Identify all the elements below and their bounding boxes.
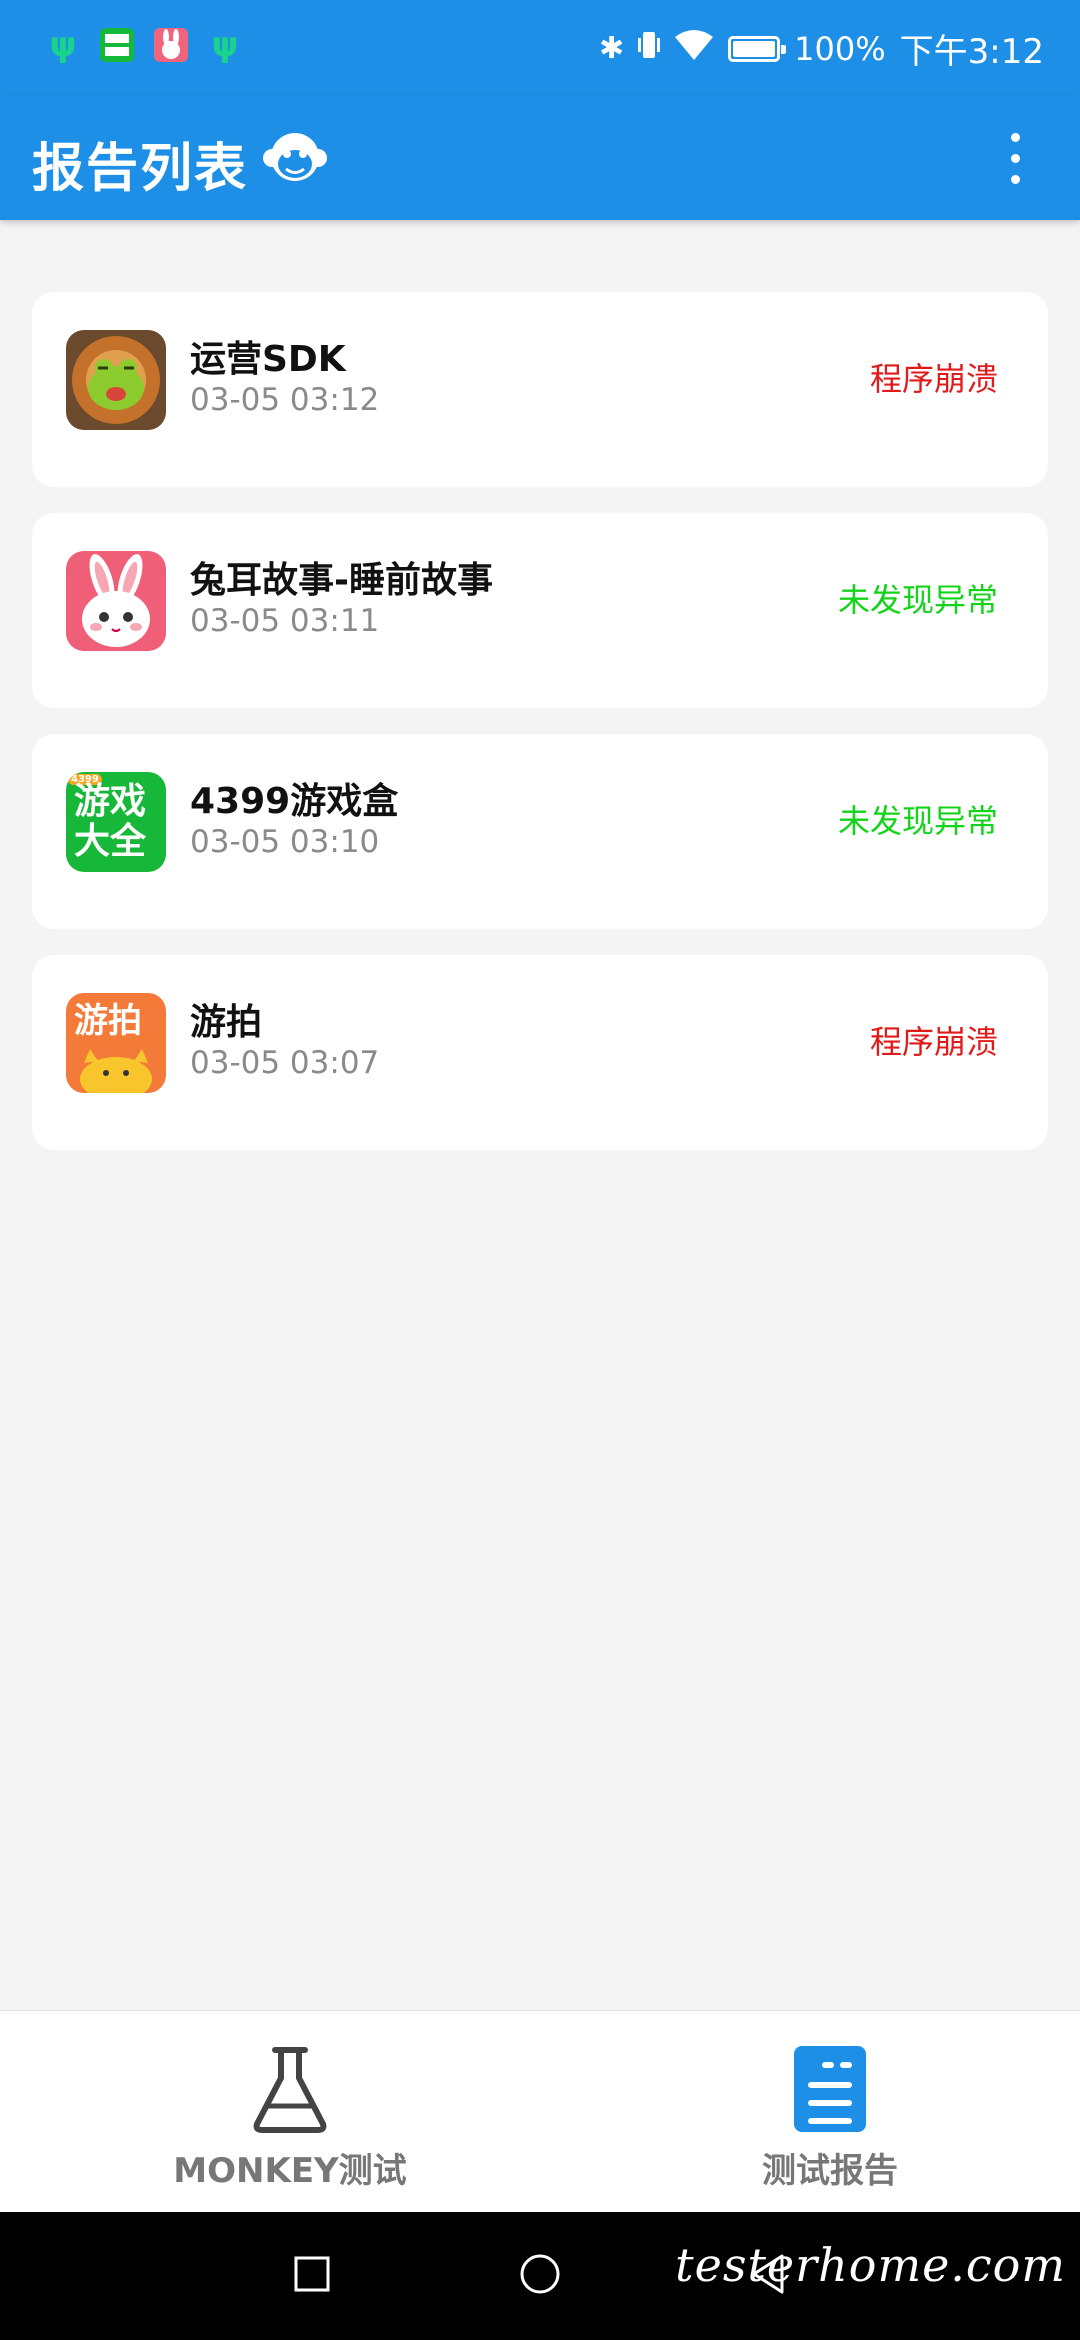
watermark: testerhome.com [675,2238,1066,2292]
report-list: 运营SDK 03-05 03:12 程序崩溃 兔耳故事-睡前故事 03-05 0… [32,292,1048,1176]
report-item[interactable]: 兔耳故事-睡前故事 03-05 03:11 未发现异常 [32,513,1048,708]
tab-test-report[interactable]: 测试报告 [680,2041,980,2192]
report-item[interactable]: 运营SDK 03-05 03:12 程序崩溃 [32,292,1048,487]
page-title: 报告列表 [32,139,249,199]
youpai-app-icon: 游拍 [66,993,166,1093]
status-label: 未发现异常 [837,802,998,840]
app-bar: 报告列表 [0,96,1080,220]
clock: 下午3:12 [899,32,1044,72]
monkey-icon [262,124,328,190]
report-icon [782,2041,878,2137]
battery-icon [728,35,787,62]
report-time: 03-05 03:11 [190,603,380,639]
report-time: 03-05 03:12 [190,382,380,418]
report-item[interactable]: 4399 游戏 大全 4399游戏盒 03-05 03:10 未发现异常 [32,734,1048,929]
status-label: 程序崩溃 [869,360,998,398]
app-name: 兔耳故事-睡前故事 [190,560,493,601]
app-name: 游拍 [190,1002,263,1043]
system-navigation-bar: testerhome.com [0,2212,1080,2340]
tab-label: MONKEY测试 [173,2151,407,2191]
tab-label: 测试报告 [762,2151,898,2191]
vibrate-icon [638,29,661,69]
bottom-navigation: MONKEY测试 测试报告 [0,2010,1080,2213]
game-box-app-icon: 4399 游戏 大全 [66,772,166,872]
usb-icon: ψ [211,25,239,65]
status-label: 未发现异常 [837,581,998,619]
wifi-icon [674,29,714,69]
report-item[interactable]: 游拍 游拍 03-05 03:07 程序崩溃 [32,955,1048,1150]
4399-app-icon [98,26,136,64]
game-box-label-bottom: 大全 [74,821,147,862]
report-time: 03-05 03:10 [190,824,380,860]
usb-icon: ψ [49,25,77,65]
home-icon[interactable] [518,2252,562,2300]
app-name: 4399游戏盒 [190,781,399,822]
game-box-label-top: 游戏 [74,781,147,822]
system-status: ✱ 100% 下午3:12 [599,24,1044,73]
bluetooth-icon: ✱ [599,31,625,66]
frog-app-icon [66,330,166,430]
battery-percent: 100% [794,29,886,68]
report-time: 03-05 03:07 [190,1045,380,1081]
tab-monkey-test[interactable]: MONKEY测试 [140,2041,440,2192]
rabbit-app-icon [152,26,190,64]
status-bar: ψ ψ ✱ 100% 下午3:12 [0,0,1080,96]
status-label: 程序崩溃 [869,1023,998,1061]
recents-icon[interactable] [292,2254,332,2298]
app-name: 运营SDK [190,339,346,380]
more-vert-icon [1010,132,1020,142]
rabbit-app-icon [66,551,166,651]
notification-icons: ψ ψ [44,26,244,64]
flask-icon [242,2041,338,2137]
more-options-button[interactable] [980,122,1050,194]
